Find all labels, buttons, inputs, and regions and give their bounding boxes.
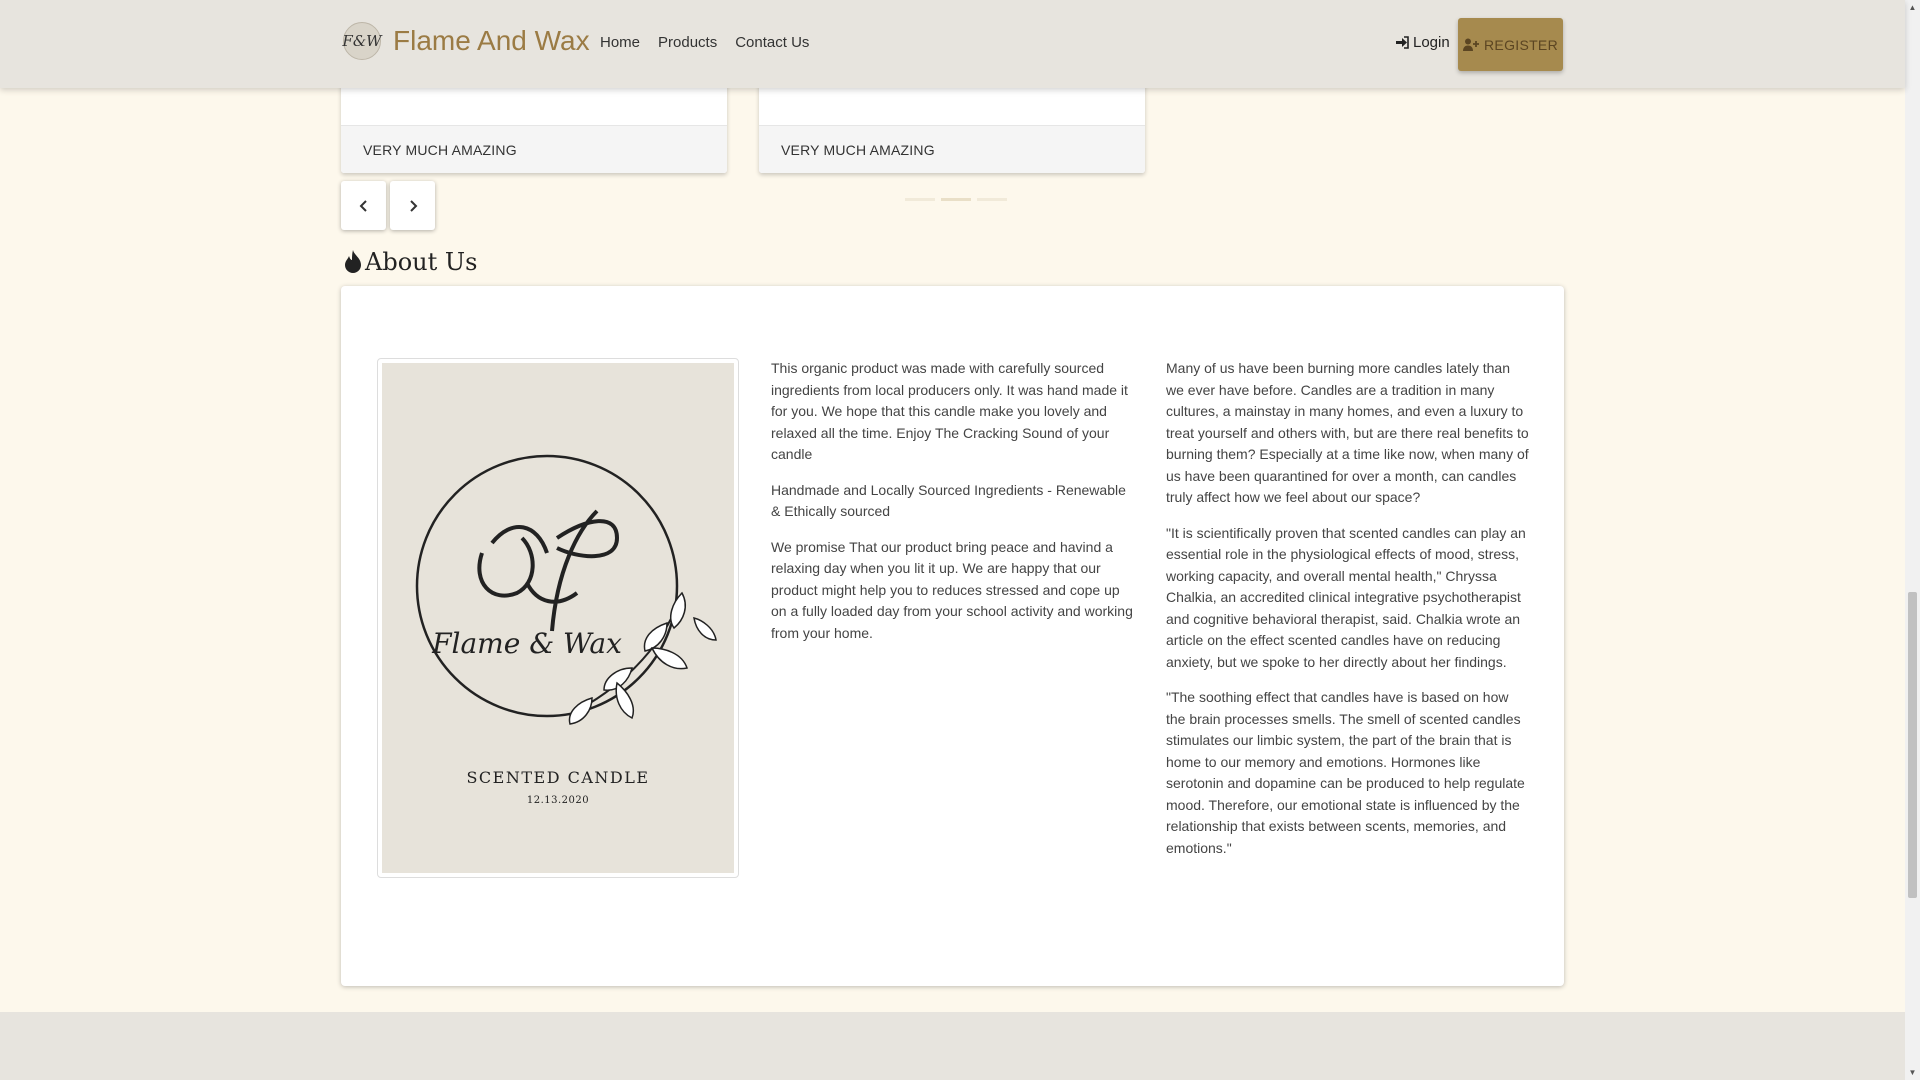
chevron-right-icon — [409, 199, 417, 212]
nav-item-home[interactable]: Home — [600, 34, 640, 51]
image-subtitle: SCENTED CANDLE — [466, 768, 650, 787]
carousel-prev-button[interactable] — [341, 181, 386, 230]
brand-logo: F&W — [342, 22, 382, 60]
brand-name: Flame And Wax — [393, 25, 590, 56]
brand[interactable]: F&W Flame And Wax — [342, 22, 590, 60]
scroll-down-arrow[interactable]: ▼ — [1905, 1065, 1920, 1080]
register-label: REGISTER — [1484, 36, 1558, 53]
scroll-up-arrow[interactable]: ▲ — [1905, 0, 1920, 15]
page-scrollbar[interactable]: ▲ ▼ — [1905, 0, 1920, 1080]
about-heading: About Us — [341, 248, 477, 276]
user-plus-icon — [1463, 38, 1480, 51]
about-paragraph: This organic product was made with caref… — [771, 360, 1128, 462]
sign-in-icon — [1396, 36, 1409, 49]
about-paragraph: "The soothing effect that candles have i… — [1166, 689, 1525, 856]
chevron-left-icon — [359, 199, 367, 212]
login-link[interactable]: Login — [1395, 34, 1450, 51]
about-title: About Us — [365, 248, 478, 276]
product-card-footer: VERY MUCH AMAZING — [759, 125, 1145, 173]
carousel-dot[interactable] — [905, 198, 935, 201]
about-card: Flame & Wax SCENTED CANDLE 12.13.2020 Th… — [341, 286, 1564, 986]
product-card-footer: VERY MUCH AMAZING — [341, 125, 727, 173]
carousel-next-button[interactable] — [390, 181, 435, 230]
logo-lettering: Flame & Wax — [431, 627, 622, 660]
register-button[interactable]: REGISTER — [1458, 18, 1563, 71]
about-paragraph: Handmade and Locally Sourced Ingredients… — [771, 481, 1126, 520]
nav-item-products[interactable]: Products — [658, 34, 717, 51]
navbar: F&W Flame And Wax Home Products Contact … — [0, 0, 1905, 88]
scrollbar-thumb[interactable] — [1908, 592, 1917, 898]
login-label: Login — [1413, 34, 1450, 51]
carousel-dot[interactable] — [977, 198, 1007, 201]
about-paragraph: "It is scientifically proven that scente… — [1166, 524, 1526, 670]
image-date: 12.13.2020 — [526, 795, 590, 806]
footer — [0, 1012, 1905, 1080]
fire-icon — [345, 250, 361, 273]
about-image: Flame & Wax SCENTED CANDLE 12.13.2020 — [377, 358, 739, 878]
nav-links: Home Products Contact Us — [600, 34, 809, 51]
carousel-indicators — [905, 198, 1007, 201]
about-paragraph: We promise That our product bring peace … — [771, 538, 1133, 641]
about-text-right: Many of us have been burning more candle… — [1166, 358, 1531, 873]
carousel-dot[interactable] — [941, 198, 971, 201]
nav-item-contact-us[interactable]: Contact Us — [735, 34, 809, 51]
about-text-middle: This organic product was made with caref… — [771, 358, 1136, 658]
about-paragraph: Many of us have been burning more candle… — [1166, 360, 1529, 505]
candle-label-image: Flame & Wax SCENTED CANDLE 12.13.2020 — [382, 363, 734, 873]
